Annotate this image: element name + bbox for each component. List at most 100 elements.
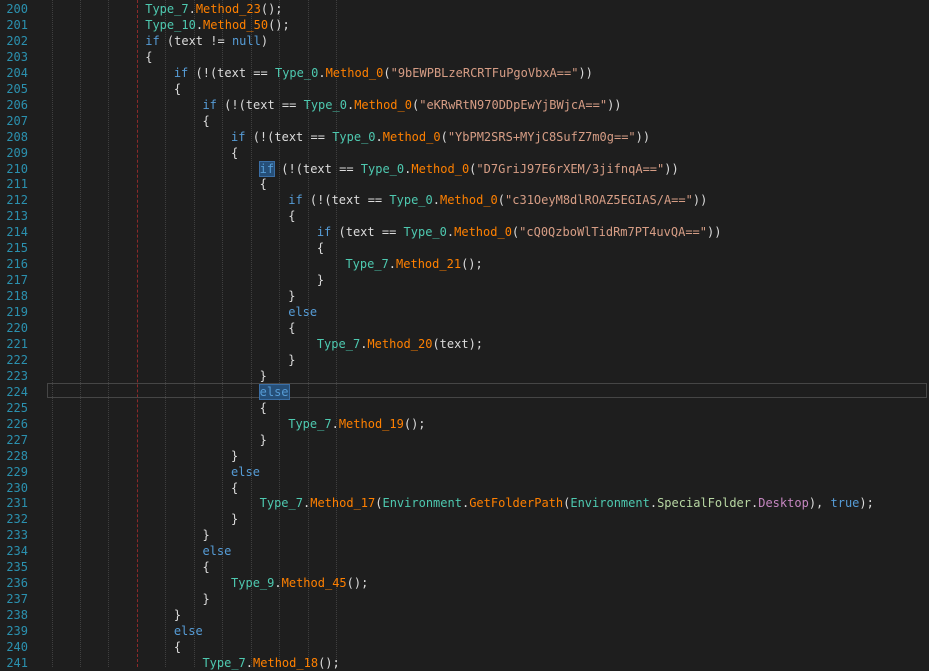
code-token: (: [497, 193, 506, 208]
code-token: "D7GriJ97E6rXEM/3jifnqA==": [476, 161, 665, 176]
code-line[interactable]: 221 Type_7.Method_20(text);: [0, 336, 929, 352]
code-line[interactable]: 214 if (text == Type_0.Method_0("cQ0QzboW…: [0, 224, 929, 240]
code-line[interactable]: 218}: [0, 288, 929, 304]
code-token: Method_0: [354, 97, 412, 112]
code-token: .: [649, 496, 658, 511]
code-token: SpecialFolder: [657, 496, 751, 511]
code-text: if (!(text == Type_0.Method_0("eKRwRtN97…: [202, 97, 621, 113]
code-token: if: [173, 65, 189, 80]
code-line[interactable]: 210 if (!(text == Type_0.Method_0("D7GriJ…: [0, 160, 929, 177]
code-line[interactable]: 227}: [0, 432, 929, 448]
code-token: ();: [461, 257, 483, 272]
code-token: (text ==: [331, 225, 404, 240]
code-token: )): [578, 65, 593, 80]
code-token: {: [259, 400, 267, 415]
code-line[interactable]: 226 Type_7.Method_19();: [0, 416, 929, 432]
code-text: if (!(text == Type_0.Method_0("D7GriJ97E…: [258, 160, 679, 177]
code-token: {: [173, 640, 182, 654]
code-line[interactable]: 233}: [0, 527, 929, 543]
code-line[interactable]: 207 {: [0, 113, 929, 129]
code-line[interactable]: 200 Type_7.Method_23();: [0, 1, 929, 17]
code-token: {: [173, 81, 182, 96]
code-token: Method_0: [411, 161, 470, 176]
code-line[interactable]: 237}: [0, 591, 929, 607]
code-line[interactable]: 201 Type_10.Method_50();: [0, 17, 929, 33]
highlighted-keyword: else: [258, 383, 290, 400]
line-number: 212: [6, 193, 28, 208]
line-number: 210: [6, 161, 28, 176]
code-token: .: [188, 2, 196, 16]
code-token: .: [245, 655, 254, 670]
code-token: ),: [808, 496, 831, 511]
code-text: {: [202, 113, 209, 129]
code-line[interactable]: 228}: [0, 448, 929, 464]
code-token: if: [145, 33, 160, 48]
code-line[interactable]: 222}: [0, 352, 929, 368]
code-token: Type_7: [259, 496, 303, 511]
code-text: Type_7.Method_17(Environment.GetFolderPa…: [260, 495, 874, 511]
code-line[interactable]: 235 {: [0, 559, 929, 575]
code-line[interactable]: 211 {: [0, 176, 929, 192]
code-line[interactable]: 239 else: [0, 623, 929, 639]
code-line[interactable]: 231 Type_7.Method_17(Environment.GetFolde…: [0, 495, 929, 511]
code-line[interactable]: 208 if (!(text == Type_0.Method_0("YbPM2S…: [0, 129, 929, 145]
code-line[interactable]: 215 {: [0, 240, 929, 256]
code-token: ();: [318, 655, 340, 670]
line-number: 235: [6, 560, 28, 575]
code-text: Type_7.Method_20(text);: [317, 336, 483, 352]
code-line[interactable]: 220 {: [0, 320, 929, 336]
code-text: if (text != null): [145, 33, 268, 49]
code-token: if: [316, 225, 332, 240]
code-line[interactable]: 238}: [0, 607, 929, 623]
code-line[interactable]: 209 {: [0, 145, 929, 161]
code-line[interactable]: 225 {: [0, 400, 929, 416]
code-token: Type_7: [345, 257, 389, 272]
code-token: "cQ0QzboWlTidRm7PT4uvQA==": [519, 225, 707, 240]
code-line[interactable]: 229 else: [0, 464, 929, 480]
code-text: else: [202, 543, 231, 559]
code-line[interactable]: 203 {: [0, 49, 929, 65]
code-token: }: [288, 289, 296, 304]
code-line[interactable]: 241 Type_7.Method_18();: [0, 655, 929, 671]
code-token: Type_0: [360, 161, 405, 176]
line-number: 238: [6, 608, 28, 623]
code-line[interactable]: 205 {: [0, 81, 929, 97]
code-line[interactable]: 212 if (!(text == Type_0.Method_0("c31Oey…: [0, 192, 929, 208]
code-line[interactable]: 240 {: [0, 639, 929, 655]
code-token: else: [231, 464, 260, 479]
code-line[interactable]: 230 {: [0, 480, 929, 496]
code-token: (text !=: [159, 33, 232, 48]
code-line[interactable]: 224 else: [0, 383, 929, 400]
line-number: 208: [6, 129, 28, 144]
code-line[interactable]: 204 if (!(text == Type_0.Method_0("9bEWPB…: [0, 65, 929, 81]
code-token: else: [173, 624, 203, 639]
code-token: Type_9: [231, 576, 275, 591]
code-token: (text);: [432, 336, 484, 351]
line-number: 227: [6, 432, 28, 447]
code-token: Type_10: [145, 17, 196, 32]
code-token: "YbPM2SRS+MYjC8SufZ7m0g==": [447, 129, 636, 144]
code-text: }: [174, 607, 181, 623]
code-line[interactable]: 232}: [0, 511, 929, 527]
code-line[interactable]: 216 Type_7.Method_21();: [0, 256, 929, 272]
line-number: 215: [6, 241, 28, 256]
code-token: }: [202, 592, 210, 607]
code-token: )): [664, 161, 679, 176]
code-editor[interactable]: 200 Type_7.Method_23(); 201 Type_10.Method_…: [0, 0, 929, 670]
line-number: 218: [6, 289, 28, 304]
code-line[interactable]: 217}: [0, 272, 929, 288]
code-line[interactable]: 223}: [0, 368, 929, 384]
code-token: ();: [403, 416, 426, 431]
code-text: {: [288, 320, 295, 336]
line-number: 202: [6, 33, 28, 48]
code-line[interactable]: 219 else: [0, 304, 929, 320]
code-line[interactable]: 236 Type_9.Method_45();: [0, 575, 929, 591]
code-line[interactable]: 206 if (!(text == Type_0.Method_0("eKRwRt…: [0, 97, 929, 113]
code-text: else: [288, 304, 317, 320]
code-token: }: [259, 432, 267, 447]
code-line[interactable]: 213 {: [0, 208, 929, 224]
code-line[interactable]: 234 else: [0, 543, 929, 559]
code-line[interactable]: 202 if (text != null): [0, 33, 929, 49]
code-text: {: [231, 145, 238, 161]
code-token: Method_23: [195, 2, 261, 16]
